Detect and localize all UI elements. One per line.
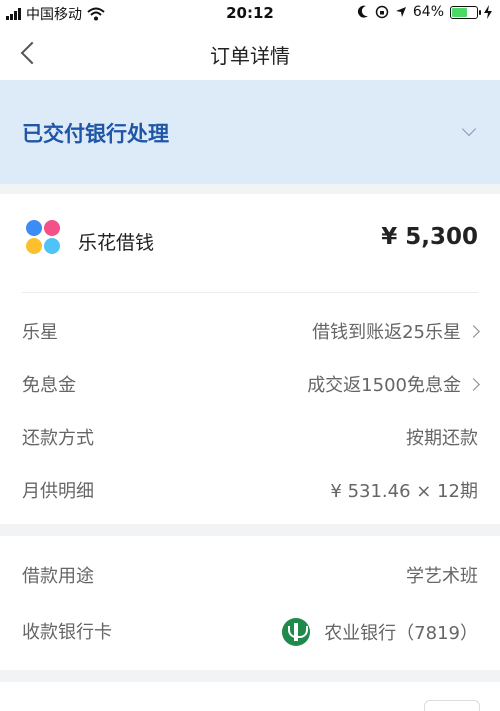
info-row-bank-card: 收款银行卡 农业银行（7819） xyxy=(0,604,500,656)
row-value: 按期还款 xyxy=(406,424,478,450)
detail-row-lexing[interactable]: 乐星 借钱到账返25乐星 xyxy=(0,304,500,356)
battery-fill xyxy=(452,7,468,17)
row-label: 月供明细 xyxy=(22,481,94,502)
detail-row-interest-free[interactable]: 免息金 成交返1500免息金 xyxy=(0,357,500,409)
row-value: 学艺术班 xyxy=(406,562,478,588)
row-value: 借钱到账返25乐星 xyxy=(312,318,480,344)
product-row: 乐花借钱 ¥ 5,300 xyxy=(0,194,500,290)
row-label: 免息金 xyxy=(22,375,76,396)
bottom-card xyxy=(0,682,500,711)
moon-icon xyxy=(357,5,368,18)
row-label: 收款银行卡 xyxy=(22,622,112,643)
row-value: 农业银行（7819） xyxy=(282,618,478,646)
row-value-text: 借钱到账返25乐星 xyxy=(312,322,461,343)
chevron-right-icon xyxy=(467,324,480,338)
product-name: 乐花借钱 xyxy=(78,232,155,254)
status-bar-right: 64% xyxy=(357,4,492,20)
row-value-text: 农业银行（7819） xyxy=(324,623,478,644)
battery-percent: 64% xyxy=(412,4,444,20)
row-value: ¥ 531.46 × 12期 xyxy=(330,477,478,503)
row-value-text: 学艺术班 xyxy=(406,566,478,587)
info-row-loan-purpose: 借款用途 学艺术班 xyxy=(0,548,500,600)
row-label: 乐星 xyxy=(22,322,58,343)
loan-info-card: 借款用途 学艺术班 收款银行卡 农业银行（7819） xyxy=(0,536,500,670)
location-arrow-icon xyxy=(395,7,406,17)
row-label: 还款方式 xyxy=(22,428,94,449)
charging-icon xyxy=(484,5,492,19)
nav-bar: 订单详情 xyxy=(0,26,500,80)
partial-button[interactable] xyxy=(424,700,480,711)
row-label: 借款用途 xyxy=(22,566,94,587)
page-title: 订单详情 xyxy=(210,44,290,68)
order-status-banner[interactable]: 已交付银行处理 xyxy=(0,80,500,184)
order-status-text: 已交付银行处理 xyxy=(22,122,169,146)
row-value-text: 成交返1500免息金 xyxy=(307,375,461,396)
battery-icon xyxy=(450,5,481,19)
row-value-text: ¥ 531.46 × 12期 xyxy=(330,481,478,502)
chevron-right-icon xyxy=(467,377,480,391)
chevron-down-icon[interactable] xyxy=(461,121,477,137)
row-value-text: 按期还款 xyxy=(406,428,478,449)
divider xyxy=(22,292,478,293)
app-logo-icon xyxy=(26,220,62,256)
row-value: 成交返1500免息金 xyxy=(307,371,480,397)
detail-row-repayment-method: 还款方式 按期还款 xyxy=(0,410,500,462)
order-detail-card: 乐花借钱 ¥ 5,300 乐星 借钱到账返25乐星 免息金 成交返1500免息金… xyxy=(0,194,500,524)
detail-row-monthly-payment: 月供明细 ¥ 531.46 × 12期 xyxy=(0,463,500,515)
status-bar: 中国移动 20:12 64% xyxy=(0,0,500,26)
loan-amount: ¥ 5,300 xyxy=(381,224,478,250)
lock-rotation-icon xyxy=(375,5,389,19)
agricultural-bank-icon xyxy=(282,618,311,646)
